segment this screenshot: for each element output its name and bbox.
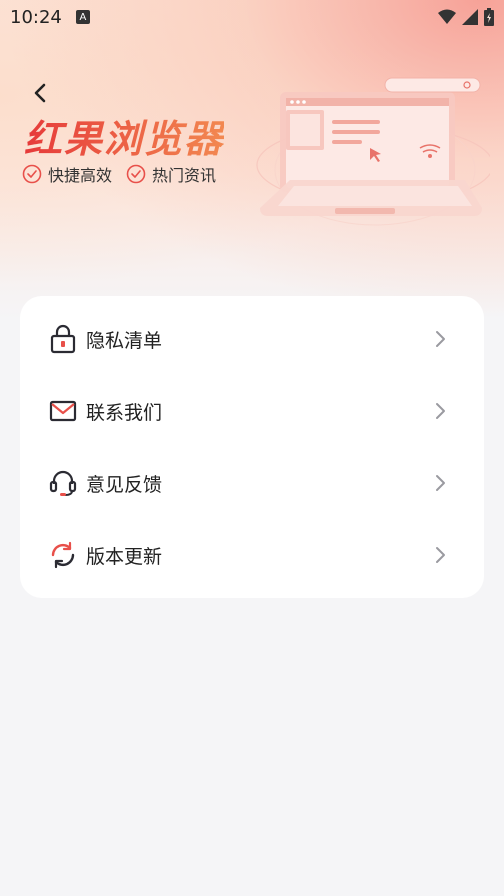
app-title: 红果浏览器 bbox=[24, 108, 224, 163]
feature-label: 热门资讯 bbox=[152, 166, 217, 185]
menu-item-label: 意见反馈 bbox=[86, 473, 163, 496]
feature-item: 热门资讯 bbox=[126, 162, 216, 186]
lock-icon bbox=[50, 324, 76, 354]
chevron-right-icon bbox=[436, 403, 445, 419]
battery-icon bbox=[484, 8, 494, 26]
chevron-left-icon bbox=[34, 83, 46, 103]
check-circle-icon bbox=[126, 164, 146, 184]
mail-icon bbox=[49, 400, 77, 422]
check-circle-icon bbox=[22, 164, 42, 184]
headset-icon bbox=[49, 470, 77, 496]
back-button[interactable] bbox=[28, 80, 54, 106]
menu-item-contact-us[interactable]: 联系我们 bbox=[20, 375, 484, 447]
status-time: 10:24 bbox=[10, 6, 62, 28]
menu-item-label: 隐私清单 bbox=[86, 329, 163, 352]
refresh-icon bbox=[51, 541, 75, 569]
wifi-icon bbox=[438, 9, 456, 24]
settings-menu-card: 隐私清单 联系我们 意见反馈 版本更新 bbox=[20, 296, 484, 598]
feature-item: 快捷高效 bbox=[22, 162, 112, 186]
chevron-right-icon bbox=[436, 331, 445, 347]
chevron-right-icon bbox=[436, 475, 445, 491]
feature-label: 快捷高效 bbox=[48, 166, 113, 185]
signal-icon bbox=[462, 9, 478, 25]
menu-item-privacy-list[interactable]: 隐私清单 bbox=[20, 303, 484, 375]
notification-icon: A bbox=[75, 10, 90, 24]
laptop-illustration bbox=[256, 77, 490, 226]
chevron-right-icon bbox=[436, 547, 445, 563]
menu-item-label: 联系我们 bbox=[86, 401, 163, 424]
status-bar: 10:24 A bbox=[0, 0, 504, 34]
menu-item-label: 版本更新 bbox=[86, 545, 163, 568]
menu-item-feedback[interactable]: 意见反馈 bbox=[20, 447, 484, 519]
menu-item-version-update[interactable]: 版本更新 bbox=[20, 519, 484, 591]
feature-list: 快捷高效 热门资讯 bbox=[22, 162, 216, 186]
